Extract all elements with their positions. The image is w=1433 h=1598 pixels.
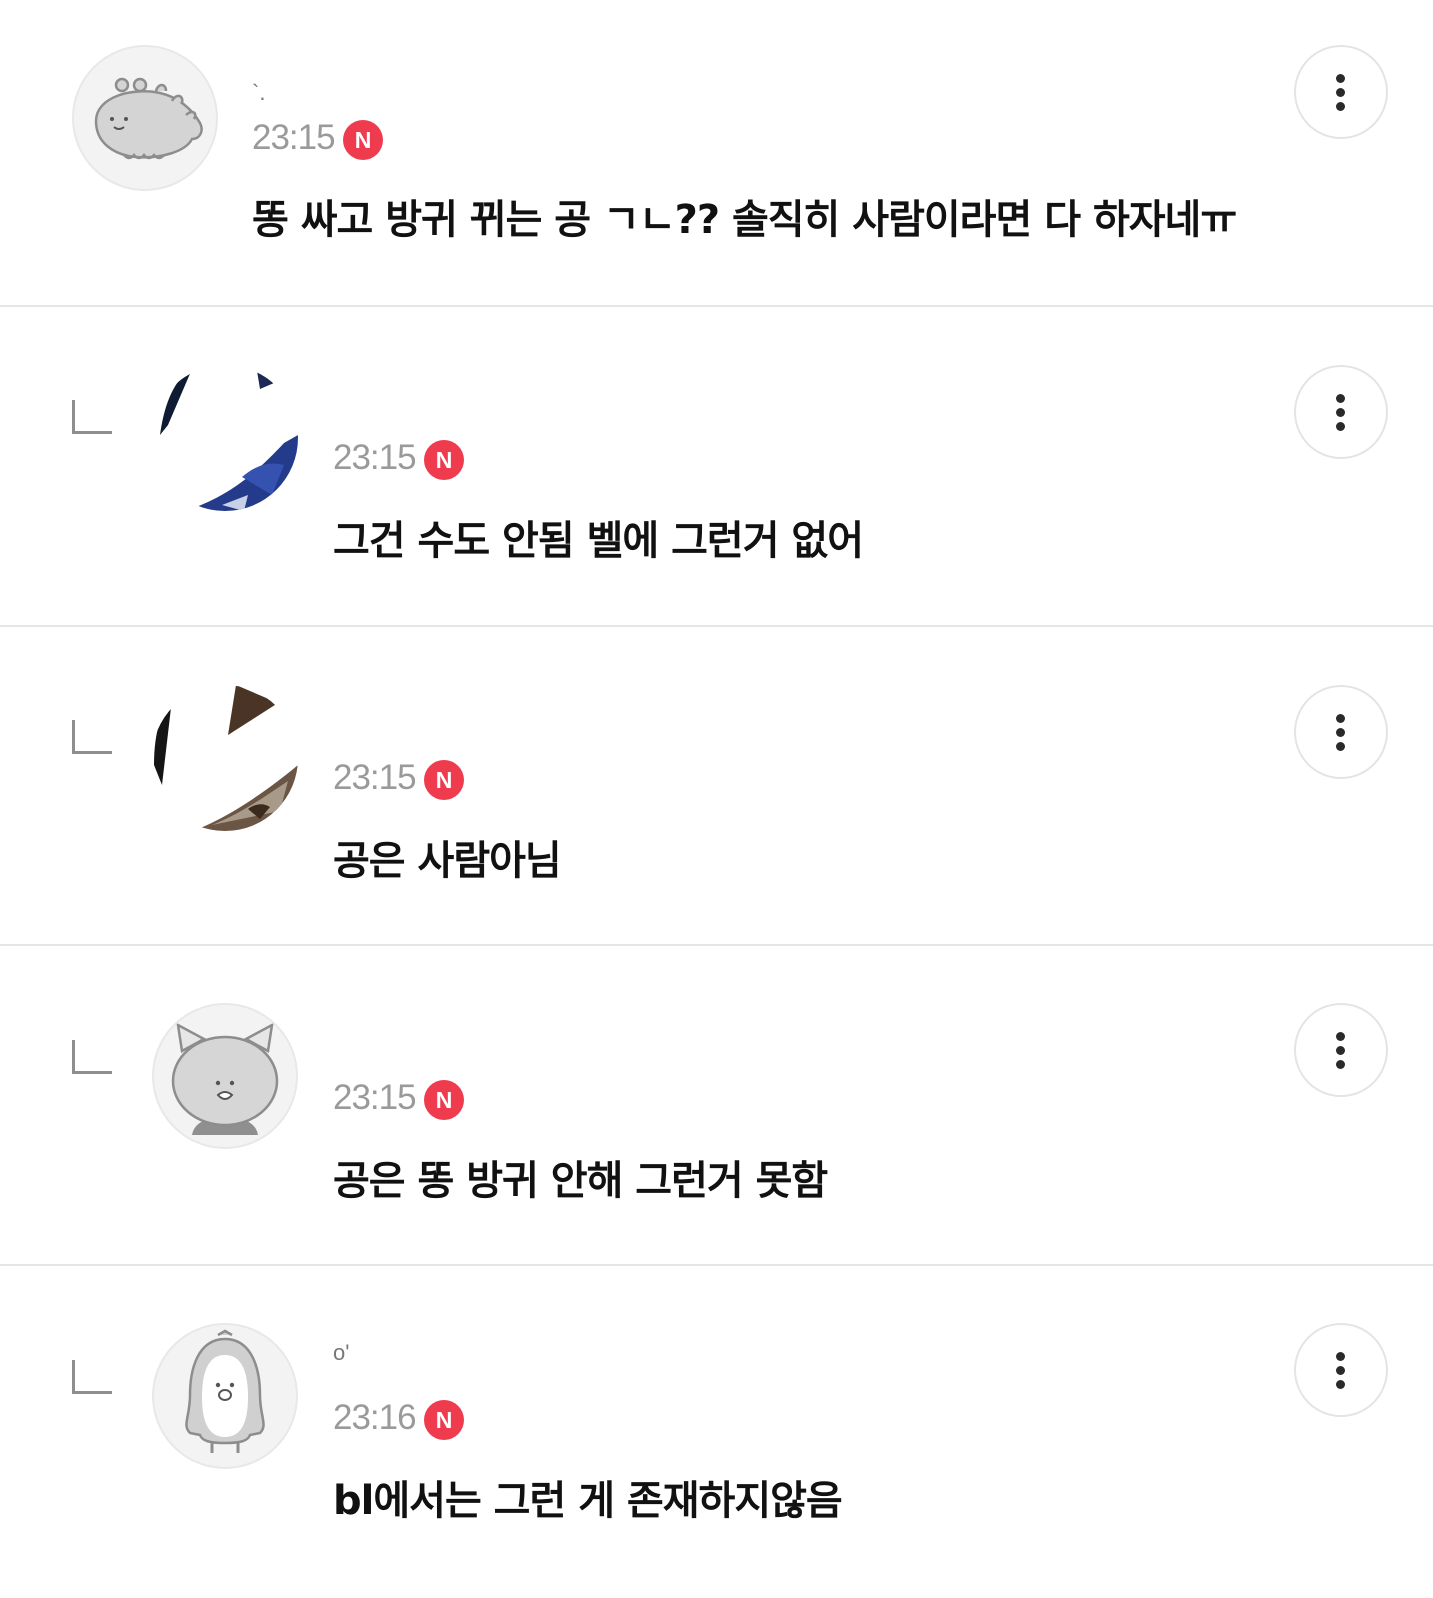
comment-author[interactable]: `. [252, 82, 265, 104]
reply-arrow-icon [72, 1040, 112, 1074]
more-options-button[interactable] [1294, 45, 1388, 139]
avatar[interactable] [152, 365, 298, 511]
reply-arrow-icon [72, 720, 112, 754]
comment-time: 23:15 [333, 438, 417, 477]
more-dot [1336, 1060, 1345, 1069]
reply-item: 23:15 N 그건 수도 안됨 벨에 그런거 없어 [0, 320, 1433, 638]
more-options-button[interactable] [1294, 685, 1388, 779]
divider [0, 944, 1433, 946]
dinosaur-avatar-icon[interactable] [72, 45, 218, 191]
reply-item: o' 23:16 N bl에서는 그런 게 존재하지않음 [0, 1280, 1433, 1598]
more-vertical-icon [1336, 714, 1345, 723]
new-badge: N [424, 1080, 464, 1120]
comment-text: 공은 똥 방귀 안해 그런거 못함 [333, 1158, 828, 1204]
comment-text: bl에서는 그런 게 존재하지않음 [333, 1478, 843, 1524]
new-badge: N [424, 1400, 464, 1440]
more-dot [1336, 742, 1345, 751]
penguin-avatar-icon[interactable] [152, 1323, 298, 1469]
reply-item: 23:15 N 공은 사람아님 [0, 640, 1433, 958]
more-dot [1336, 728, 1345, 737]
new-badge: N [424, 760, 464, 800]
more-vertical-icon [1336, 1352, 1345, 1361]
more-dot [1336, 1046, 1345, 1055]
more-dot [1336, 422, 1345, 431]
reply-arrow-icon [72, 1360, 112, 1394]
comment-text: 그건 수도 안됨 벨에 그런거 없어 [333, 518, 864, 564]
reply-arrow-icon [72, 400, 112, 434]
comment-text: 똥 싸고 방귀 뀌는 공 ㄱㄴ?? 솔직히 사람이라면 다 하자네ㅠ [252, 197, 1237, 243]
more-options-button[interactable] [1294, 1003, 1388, 1097]
cat-avatar-icon[interactable] [152, 1003, 298, 1149]
more-dot [1336, 1380, 1345, 1389]
comment-time: 23:16 [333, 1398, 417, 1437]
more-options-button[interactable] [1294, 365, 1388, 459]
new-badge: N [424, 440, 464, 480]
comment-time: 23:15 [333, 758, 417, 797]
comment-time: 23:15 [333, 1078, 417, 1117]
more-dot [1336, 1366, 1345, 1375]
more-dot [1336, 408, 1345, 417]
new-badge: N [343, 120, 383, 160]
divider [0, 1264, 1433, 1266]
divider [0, 305, 1433, 307]
more-dot [1336, 102, 1345, 111]
comment-time: 23:15 [252, 118, 336, 157]
divider [0, 625, 1433, 627]
comment-item: `. 23:15 N 똥 싸고 방귀 뀌는 공 ㄱㄴ?? 솔직히 사람이라면 다… [0, 0, 1433, 318]
more-dot [1336, 88, 1345, 97]
comment-author[interactable]: o' [333, 1342, 349, 1364]
more-options-button[interactable] [1294, 1323, 1388, 1417]
comment-text: 공은 사람아님 [333, 838, 562, 884]
more-vertical-icon [1336, 394, 1345, 403]
reply-item: 23:15 N 공은 똥 방귀 안해 그런거 못함 [0, 960, 1433, 1278]
avatar[interactable] [152, 685, 298, 831]
more-vertical-icon [1336, 1032, 1345, 1041]
more-vertical-icon [1336, 74, 1345, 83]
